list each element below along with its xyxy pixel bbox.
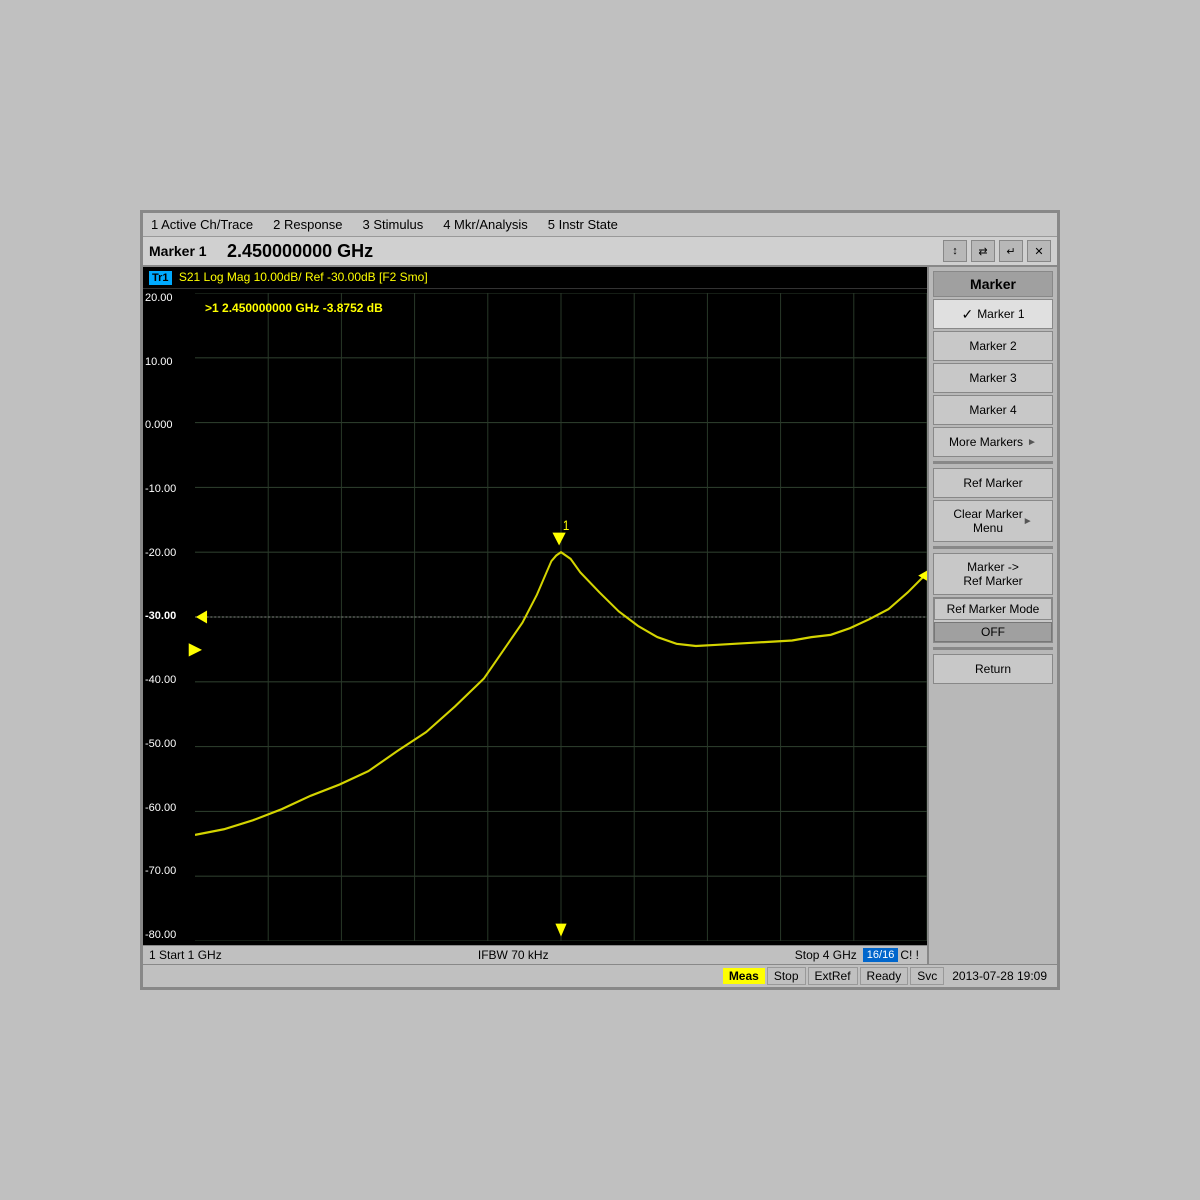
marker3-label: Marker 3	[969, 371, 1016, 385]
y-label-4: -20.00	[145, 548, 176, 559]
y-label-0: 20.00	[145, 293, 176, 304]
chart-svg: 1	[195, 293, 927, 941]
menu-mkr-analysis[interactable]: 4 Mkr/Analysis	[443, 217, 528, 232]
chart-area: Tr1 S21 Log Mag 10.00dB/ Ref -30.00dB [F…	[143, 267, 927, 964]
menu-active-ch[interactable]: 1 Active Ch/Trace	[151, 217, 253, 232]
svg-text:1: 1	[563, 518, 569, 533]
marker-close-btn[interactable]: ✕	[1027, 240, 1051, 262]
marker-controls: ↕ ⇄ ↵ ✕	[943, 240, 1051, 262]
chart-inner: 20.00 10.00 0.000 -10.00 -20.00 -30.00 -…	[195, 293, 927, 941]
marker-info: >1 2.450000000 GHz -3.8752 dB	[205, 301, 383, 315]
status-bar: 1 Start 1 GHz IFBW 70 kHz Stop 4 GHz 16/…	[143, 945, 927, 964]
status-stop: Stop 4 GHz	[795, 948, 857, 962]
right-panel: Marker ✓ Marker 1 Marker 2 Marker 3 Mark…	[927, 267, 1057, 964]
main-area: Tr1 S21 Log Mag 10.00dB/ Ref -30.00dB [F…	[143, 267, 1057, 964]
clear-marker-btn[interactable]: Clear MarkerMenu ►	[933, 500, 1053, 542]
return-label: Return	[975, 662, 1011, 676]
bs-stop: Stop	[767, 967, 806, 985]
marker-updown-btn[interactable]: ⇄	[971, 240, 995, 262]
marker-enter-btn[interactable]: ↵	[999, 240, 1023, 262]
y-axis-labels: 20.00 10.00 0.000 -10.00 -20.00 -30.00 -…	[145, 293, 176, 941]
marker-to-ref-btn[interactable]: Marker ->Ref Marker	[933, 553, 1053, 595]
y-label-9: -70.00	[145, 866, 176, 877]
panel-divider2	[933, 546, 1053, 549]
y-label-6: -40.00	[145, 675, 176, 686]
clear-marker-text: Clear MarkerMenu	[953, 507, 1022, 535]
ref-marker-label: Ref Marker	[963, 476, 1022, 490]
more-markers-arrow: ►	[1027, 437, 1037, 448]
panel-title: Marker	[933, 271, 1053, 297]
bs-extref: ExtRef	[808, 967, 858, 985]
status-badge: 16/16	[863, 948, 899, 962]
clear-marker-arrow: ►	[1023, 516, 1033, 527]
instrument-frame: 1 Active Ch/Trace 2 Response 3 Stimulus …	[140, 210, 1060, 990]
y-label-10: -80.00	[145, 930, 176, 941]
ref-marker-mode-label: Ref Marker Mode	[934, 598, 1052, 620]
y-label-2: 0.000	[145, 420, 176, 431]
status-start: 1 Start 1 GHz	[149, 948, 222, 962]
marker1-btn[interactable]: ✓ Marker 1	[933, 299, 1053, 329]
menu-bar: 1 Active Ch/Trace 2 Response 3 Stimulus …	[143, 213, 1057, 237]
panel-divider	[933, 461, 1053, 464]
y-label-8: -60.00	[145, 803, 176, 814]
menu-stimulus[interactable]: 3 Stimulus	[363, 217, 424, 232]
y-label-3: -10.00	[145, 484, 176, 495]
marker3-btn[interactable]: Marker 3	[933, 363, 1053, 393]
y-label-1: 10.00	[145, 357, 176, 368]
menu-response[interactable]: 2 Response	[273, 217, 342, 232]
status-ci: C! !	[900, 948, 919, 962]
marker4-btn[interactable]: Marker 4	[933, 395, 1053, 425]
bs-datetime: 2013-07-28 19:09	[946, 968, 1053, 984]
status-ifbw: IFBW 70 kHz	[232, 948, 795, 962]
panel-divider3	[933, 647, 1053, 650]
trace-params: S21 Log Mag 10.00dB/ Ref -30.00dB [F2 Sm…	[179, 270, 428, 284]
return-btn[interactable]: Return	[933, 654, 1053, 684]
ref-marker-btn[interactable]: Ref Marker	[933, 468, 1053, 498]
trace-id: Tr1	[149, 271, 172, 285]
marker4-label: Marker 4	[969, 403, 1016, 417]
ref-marker-mode-value: OFF	[934, 622, 1052, 642]
marker2-label: Marker 2	[969, 339, 1016, 353]
marker1-check: ✓	[961, 306, 973, 323]
more-markers-label: More Markers	[949, 435, 1023, 449]
bs-svc: Svc	[910, 967, 944, 985]
marker-header: Marker 1 2.450000000 GHz ↕ ⇄ ↵ ✕	[143, 237, 1057, 267]
y-label-7: -50.00	[145, 739, 176, 750]
bs-ready: Ready	[860, 967, 909, 985]
marker1-label: Marker 1	[977, 307, 1024, 321]
trace-header: Tr1 S21 Log Mag 10.00dB/ Ref -30.00dB [F…	[143, 267, 927, 289]
y-label-5: -30.00	[145, 611, 176, 622]
more-markers-btn[interactable]: More Markers ►	[933, 427, 1053, 457]
marker-header-label: Marker 1	[149, 243, 219, 259]
chart-container: 20.00 10.00 0.000 -10.00 -20.00 -30.00 -…	[143, 289, 927, 945]
marker-to-ref-text: Marker ->Ref Marker	[963, 560, 1022, 588]
bottom-status-bar: Meas Stop ExtRef Ready Svc 2013-07-28 19…	[143, 964, 1057, 987]
marker2-btn[interactable]: Marker 2	[933, 331, 1053, 361]
marker-header-value: 2.450000000 GHz	[227, 241, 935, 262]
bs-meas: Meas	[723, 968, 765, 984]
ref-mode-container: Ref Marker Mode OFF	[933, 597, 1053, 643]
marker-up-btn[interactable]: ↕	[943, 240, 967, 262]
menu-instr-state[interactable]: 5 Instr State	[548, 217, 618, 232]
